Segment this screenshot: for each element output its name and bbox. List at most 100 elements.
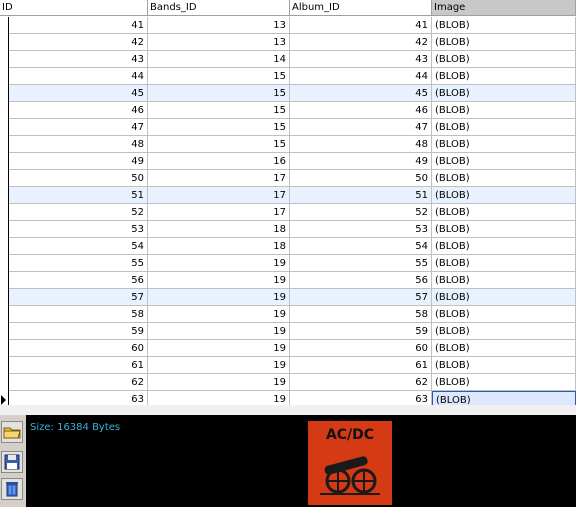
table-row[interactable]: 51 17 51 (BLOB) [0,187,576,204]
cell-album-id[interactable]: 63 [290,391,432,405]
table-row[interactable]: 42 13 42 (BLOB) [0,34,576,51]
cell-album-id[interactable]: 60 [290,340,432,357]
row-indicator[interactable] [0,187,9,204]
cell-album-id[interactable]: 46 [290,102,432,119]
cell-album-id[interactable]: 45 [290,85,432,102]
row-indicator[interactable] [0,34,9,51]
cell-id[interactable]: 41 [9,17,148,34]
cell-album-id[interactable]: 53 [290,221,432,238]
cell-bands-id[interactable]: 14 [148,51,290,68]
cell-album-id[interactable]: 61 [290,357,432,374]
cell-album-id[interactable]: 50 [290,170,432,187]
table-row[interactable]: 54 18 54 (BLOB) [0,238,576,255]
cell-album-id[interactable]: 55 [290,255,432,272]
cell-bands-id[interactable]: 17 [148,187,290,204]
cell-id[interactable]: 47 [9,119,148,136]
table-row[interactable]: 57 19 57 (BLOB) [0,289,576,306]
delete-blob-button[interactable] [1,478,23,500]
row-indicator[interactable] [0,136,9,153]
table-row[interactable]: 48 15 48 (BLOB) [0,136,576,153]
cell-album-id[interactable]: 56 [290,272,432,289]
table-row[interactable]: 59 19 59 (BLOB) [0,323,576,340]
cell-bands-id[interactable]: 19 [148,357,290,374]
cell-bands-id[interactable]: 15 [148,68,290,85]
table-row[interactable]: 49 16 49 (BLOB) [0,153,576,170]
table-row[interactable]: 53 18 53 (BLOB) [0,221,576,238]
cell-id[interactable]: 45 [9,85,148,102]
cell-image[interactable]: (BLOB) [432,289,576,306]
cell-bands-id[interactable]: 18 [148,238,290,255]
cell-image[interactable]: (BLOB) [432,391,576,405]
table-row[interactable]: 52 17 52 (BLOB) [0,204,576,221]
cell-id[interactable]: 61 [9,357,148,374]
cell-id[interactable]: 62 [9,374,148,391]
cell-image[interactable]: (BLOB) [432,374,576,391]
cell-image[interactable]: (BLOB) [432,357,576,374]
cell-image[interactable]: (BLOB) [432,306,576,323]
cell-id[interactable]: 48 [9,136,148,153]
cell-bands-id[interactable]: 19 [148,391,290,405]
table-row[interactable]: 63 19 63 (BLOB) [0,391,576,405]
table-row[interactable]: 61 19 61 (BLOB) [0,357,576,374]
cell-bands-id[interactable]: 19 [148,272,290,289]
cell-image[interactable]: (BLOB) [432,187,576,204]
cell-id[interactable]: 56 [9,272,148,289]
cell-bands-id[interactable]: 19 [148,340,290,357]
cell-bands-id[interactable]: 17 [148,204,290,221]
cell-bands-id[interactable]: 19 [148,374,290,391]
table-row[interactable]: 58 19 58 (BLOB) [0,306,576,323]
cell-bands-id[interactable]: 19 [148,323,290,340]
cell-image[interactable]: (BLOB) [432,340,576,357]
cell-image[interactable]: (BLOB) [432,255,576,272]
row-indicator[interactable] [0,51,9,68]
table-row[interactable]: 41 13 41 (BLOB) [0,17,576,34]
row-indicator[interactable] [0,238,9,255]
row-indicator[interactable] [0,204,9,221]
column-header-image[interactable]: Image [432,0,576,16]
cell-bands-id[interactable]: 13 [148,34,290,51]
cell-image[interactable]: (BLOB) [432,119,576,136]
cell-image[interactable]: (BLOB) [432,17,576,34]
table-row[interactable]: 50 17 50 (BLOB) [0,170,576,187]
cell-id[interactable]: 51 [9,187,148,204]
row-indicator[interactable] [0,340,9,357]
cell-bands-id[interactable]: 19 [148,255,290,272]
cell-id[interactable]: 63 [9,391,148,405]
cell-album-id[interactable]: 47 [290,119,432,136]
cell-bands-id[interactable]: 15 [148,85,290,102]
cell-id[interactable]: 42 [9,34,148,51]
cell-bands-id[interactable]: 18 [148,221,290,238]
row-indicator[interactable] [0,374,9,391]
cell-id[interactable]: 57 [9,289,148,306]
cell-id[interactable]: 49 [9,153,148,170]
cell-image[interactable]: (BLOB) [432,68,576,85]
cell-image[interactable]: (BLOB) [432,136,576,153]
column-header-bands-id[interactable]: Bands_ID [148,0,290,16]
cell-image[interactable]: (BLOB) [432,272,576,289]
cell-id[interactable]: 53 [9,221,148,238]
row-indicator[interactable] [0,391,9,405]
splitter-bar[interactable] [0,405,576,415]
table-row[interactable]: 47 15 47 (BLOB) [0,119,576,136]
cell-album-id[interactable]: 43 [290,51,432,68]
cell-id[interactable]: 60 [9,340,148,357]
cell-id[interactable]: 46 [9,102,148,119]
table-row[interactable]: 55 19 55 (BLOB) [0,255,576,272]
column-header-album-id[interactable]: Album_ID [290,0,432,16]
cell-image[interactable]: (BLOB) [432,238,576,255]
cell-album-id[interactable]: 59 [290,323,432,340]
row-indicator[interactable] [0,255,9,272]
table-row[interactable]: 43 14 43 (BLOB) [0,51,576,68]
row-indicator[interactable] [0,170,9,187]
cell-bands-id[interactable]: 16 [148,153,290,170]
row-indicator[interactable] [0,272,9,289]
cell-bands-id[interactable]: 19 [148,306,290,323]
row-indicator[interactable] [0,68,9,85]
cell-id[interactable]: 54 [9,238,148,255]
cell-bands-id[interactable]: 19 [148,289,290,306]
cell-image[interactable]: (BLOB) [432,153,576,170]
table-row[interactable]: 60 19 60 (BLOB) [0,340,576,357]
row-indicator[interactable] [0,119,9,136]
row-indicator[interactable] [0,153,9,170]
cell-image[interactable]: (BLOB) [432,323,576,340]
